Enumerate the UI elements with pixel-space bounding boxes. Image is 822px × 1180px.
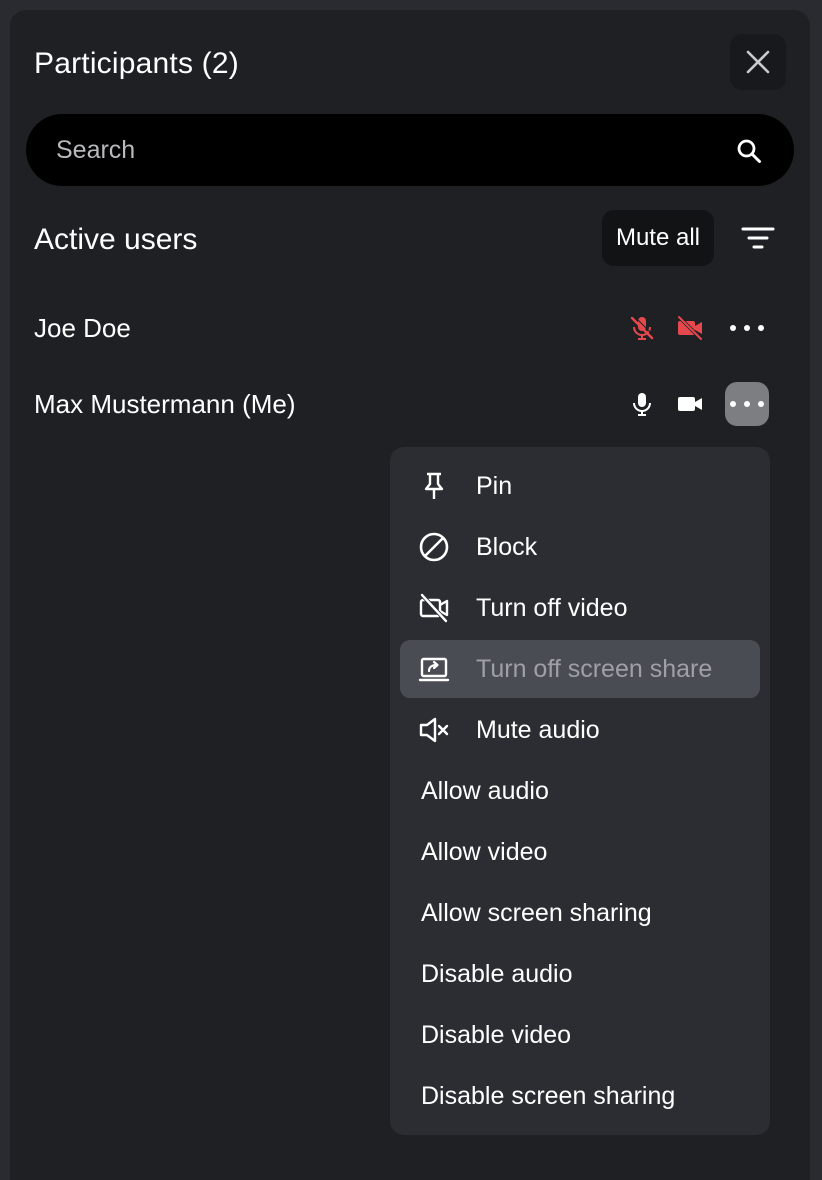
participants-panel: Participants (2) Active users Mute all J… (10, 10, 810, 1180)
participant-name: Joe Doe (34, 313, 131, 343)
menu-item-mute-audio[interactable]: Mute audio (400, 701, 760, 759)
mic-icon[interactable] (628, 390, 656, 418)
menu-item-label: Disable audio (421, 960, 573, 988)
block-icon (419, 532, 449, 562)
participant-more-button[interactable] (725, 382, 769, 426)
menu-item-disable-screen-sharing[interactable]: Disable screen sharing (400, 1067, 760, 1125)
menu-item-turn-off-screen-share[interactable]: Turn off screen share (400, 640, 760, 698)
volume-mute-icon (419, 717, 449, 743)
menu-item-allow-audio[interactable]: Allow audio (400, 762, 760, 820)
menu-item-disable-video[interactable]: Disable video (400, 1006, 760, 1064)
close-button[interactable] (730, 34, 786, 90)
menu-item-allow-screen-sharing[interactable]: Allow screen sharing (400, 884, 760, 942)
participant-more-button[interactable] (725, 306, 769, 350)
close-icon (746, 50, 770, 74)
search-bar (26, 114, 794, 186)
pin-icon (424, 472, 444, 499)
search-input[interactable] (56, 114, 716, 186)
video-icon[interactable] (676, 390, 704, 418)
menu-item-label: Disable screen sharing (421, 1082, 676, 1110)
participant-row: Max Mustermann (Me) (10, 380, 810, 430)
menu-item-allow-video[interactable]: Allow video (400, 823, 760, 881)
active-users-heading: Active users (34, 223, 198, 256)
filter-icon[interactable] (740, 224, 776, 252)
video-off-icon (419, 593, 449, 623)
search-icon[interactable] (736, 138, 762, 164)
panel-title: Participants (2) (34, 47, 239, 80)
menu-item-label: Block (476, 533, 538, 561)
mic-off-icon[interactable] (628, 314, 656, 342)
participant-actions-menu: Pin Block Turn off video Turn off screen… (390, 447, 770, 1135)
more-horizontal-icon (730, 325, 764, 331)
menu-item-pin[interactable]: Pin (400, 457, 760, 515)
menu-item-label: Mute audio (476, 716, 600, 744)
menu-item-disable-audio[interactable]: Disable audio (400, 945, 760, 1003)
menu-item-label: Disable video (421, 1021, 572, 1049)
menu-item-label: Allow audio (421, 777, 549, 805)
menu-item-label: Turn off screen share (476, 655, 713, 683)
menu-item-label: Allow screen sharing (421, 899, 652, 927)
screen-share-icon (418, 657, 450, 682)
menu-item-turn-off-video[interactable]: Turn off video (400, 579, 760, 637)
menu-item-block[interactable]: Block (400, 518, 760, 576)
menu-item-label: Allow video (421, 838, 548, 866)
participant-name: Max Mustermann (Me) (34, 389, 296, 419)
menu-item-label: Pin (476, 472, 513, 500)
video-off-icon[interactable] (676, 314, 704, 342)
menu-item-label: Turn off video (476, 594, 628, 622)
mute-all-button[interactable]: Mute all (602, 210, 714, 266)
more-horizontal-icon (730, 401, 764, 407)
participant-row: Joe Doe (10, 304, 810, 354)
